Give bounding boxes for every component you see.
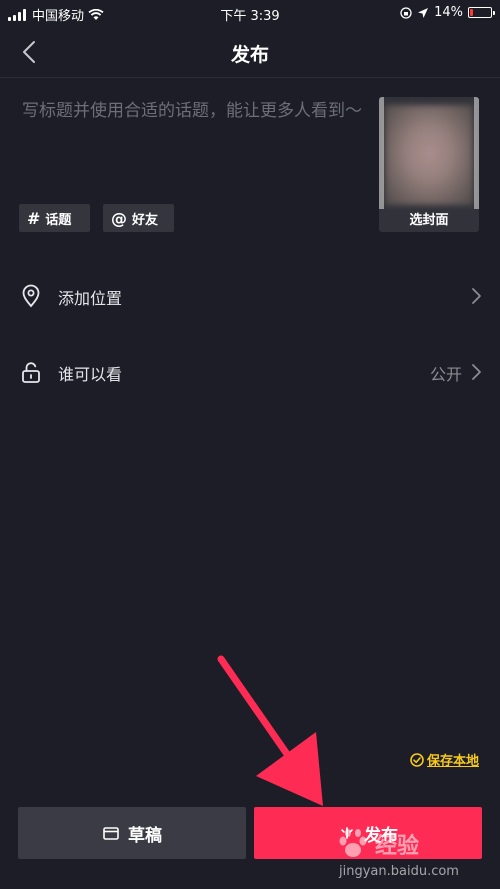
page-title: 发布 (230, 44, 269, 66)
battery-percent: 14% (434, 5, 463, 20)
at-icon: @ (111, 208, 127, 228)
rotation-lock-icon (400, 6, 412, 19)
draft-box-icon (103, 827, 119, 840)
check-circle-icon (410, 752, 424, 767)
watermark-brand: 经验 (375, 834, 420, 859)
chevron-right-icon (472, 288, 481, 304)
mention-friend-button[interactable]: @ 好友 (103, 204, 174, 232)
status-right: 14% (400, 5, 495, 20)
friend-label: 好友 (132, 212, 159, 228)
hashtag-icon: # (27, 208, 41, 228)
unlock-icon (22, 362, 40, 383)
save-local-label: 保存本地 (426, 754, 479, 769)
visibility-row[interactable]: 谁可以看 公开 (0, 342, 500, 402)
annotation-arrow-shaft (217, 655, 309, 784)
cover-selector[interactable]: 选封面 (379, 97, 479, 232)
cover-frame (379, 97, 479, 209)
topic-button[interactable]: # 话题 (19, 204, 90, 232)
paw-icon (339, 829, 367, 857)
watermark-url: jingyan.baidu.com (339, 864, 459, 879)
nav-bar: 发布 (0, 26, 500, 78)
caption-input[interactable]: 写标题并使用合适的话题，能让更多人看到～ (22, 98, 362, 124)
status-bar: 中国移动 下午 3:39 14% (0, 0, 500, 26)
save-local-toggle[interactable]: 保存本地 (410, 750, 479, 769)
location-arrow-icon (418, 7, 429, 18)
chevron-right-icon (472, 364, 481, 380)
cover-label: 选封面 (409, 213, 449, 228)
draft-button[interactable]: 草稿 (18, 807, 246, 859)
visibility-label: 谁可以看 (58, 365, 123, 384)
draft-label: 草稿 (128, 825, 162, 846)
baidu-watermark: 经验 jingyan.baidu.com (335, 828, 495, 886)
annotation-arrow-head (256, 732, 323, 806)
topic-label: 话题 (45, 212, 72, 228)
add-location-row[interactable]: 添加位置 (0, 266, 500, 326)
baidu-logo: 经验 (335, 828, 419, 860)
battery-fill (470, 9, 473, 16)
add-location-label: 添加位置 (58, 289, 123, 308)
location-pin-icon (22, 284, 40, 308)
visibility-value: 公开 (429, 365, 462, 384)
battery-icon (468, 7, 495, 18)
